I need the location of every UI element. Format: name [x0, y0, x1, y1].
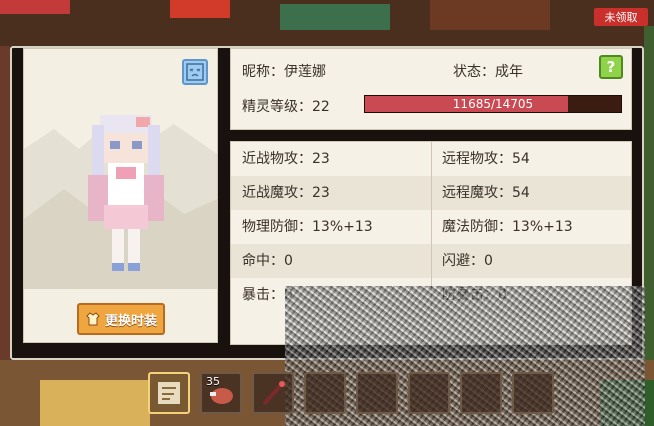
stat-ranged-magic-attack: 远程魔攻：54 — [442, 185, 530, 201]
hotbar-slot-8[interactable] — [512, 372, 554, 414]
slot-count: 35 — [206, 375, 220, 388]
xp-progress-bar: 11685/14705 — [364, 95, 622, 113]
status-text: 状态：成年 — [453, 64, 523, 80]
level-text: 精灵等级：22 — [242, 99, 330, 115]
hotbar-slot-5[interactable] — [356, 372, 398, 414]
stat-hit: 命中：0 — [242, 253, 293, 269]
outfit-icon — [86, 312, 100, 326]
hotbar-slot-4[interactable] — [304, 372, 346, 414]
hotbar-slot-3[interactable] — [252, 372, 294, 414]
pet-basic-info: 昵称：伊莲娜 状态：成年 ? 精灵等级：22 11685/14705 — [230, 48, 632, 130]
change-outfit-button[interactable]: 更换时装 — [77, 303, 165, 335]
unclaimed-badge[interactable]: 未领取 — [594, 8, 648, 26]
mood-button[interactable] — [182, 59, 208, 85]
stat-physical-defense: 物理防御：13%+13 — [242, 219, 373, 235]
hotbar-slot-2[interactable]: 35 — [200, 372, 242, 414]
pet-portrait-card: 更换时装 — [23, 48, 218, 343]
stat-melee-physical-attack: 近战物攻：23 — [242, 151, 330, 167]
stat-ranged-physical-attack: 远程物攻：54 — [442, 151, 530, 167]
stat-melee-magic-attack: 近战魔攻：23 — [242, 185, 330, 201]
stat-magic-defense: 魔法防御：13%+13 — [442, 219, 573, 235]
hotbar-slot-1[interactable] — [148, 372, 190, 414]
help-button[interactable]: ? — [599, 55, 623, 79]
map-scroll-icon — [158, 382, 180, 404]
hotbar-slot-7[interactable] — [460, 372, 502, 414]
xp-progress-text: 11685/14705 — [452, 97, 534, 111]
sad-face-icon — [186, 63, 204, 81]
wand-icon — [262, 381, 285, 406]
hotbar-slot-6[interactable] — [408, 372, 450, 414]
nickname-text: 昵称：伊莲娜 — [242, 64, 326, 80]
stat-dodge: 闪避：0 — [442, 253, 493, 269]
change-outfit-label: 更换时装 — [104, 313, 157, 329]
pet-character-figure — [88, 115, 164, 271]
